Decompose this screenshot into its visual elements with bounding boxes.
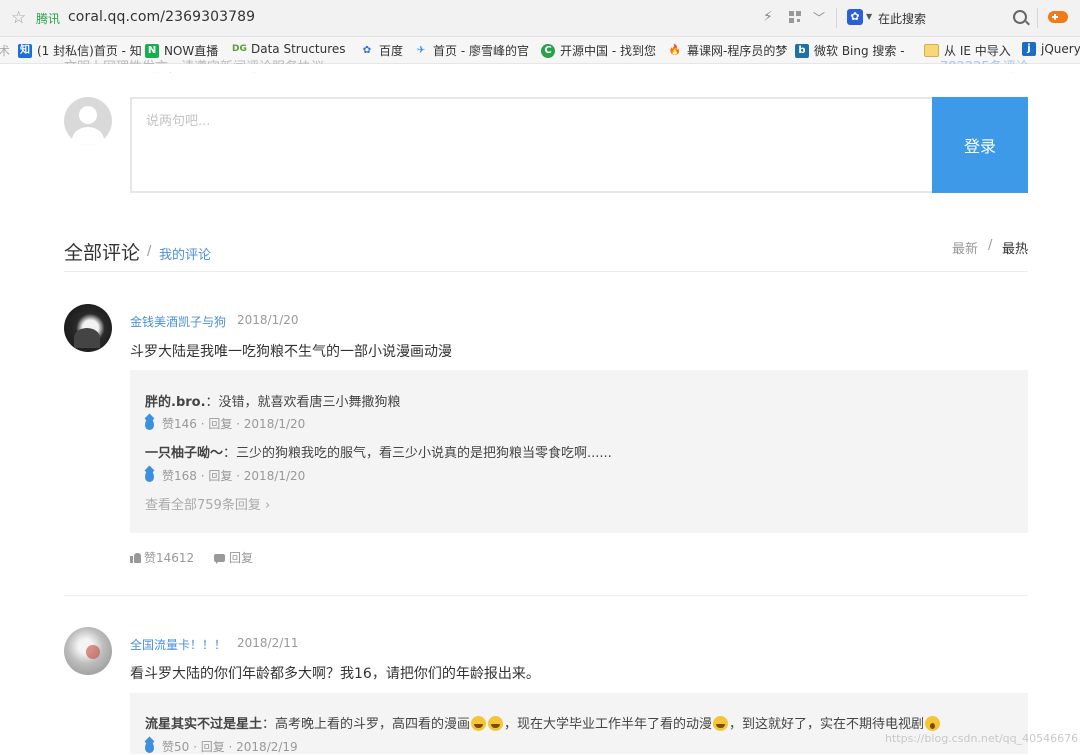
folder-icon <box>924 44 939 57</box>
thumbs-up-icon <box>130 552 141 563</box>
bookmark-label: 首页 - 廖雪峰的官 <box>433 44 529 58</box>
water-drop-icon[interactable] <box>145 469 154 482</box>
section-separator: / <box>147 244 152 259</box>
sort-separator: / <box>988 238 993 253</box>
bing-icon: b <box>795 43 809 58</box>
avatar[interactable] <box>64 627 112 675</box>
avatar-head <box>79 106 97 124</box>
section-title: 全部评论 <box>64 242 141 264</box>
reply-text: ，到这就好了，实在不期待电视剧 <box>729 717 925 732</box>
jquery-icon: j <box>1022 42 1036 56</box>
bookmark-label: 开源中国 - 找到您 <box>560 44 656 58</box>
water-drop-icon[interactable] <box>145 417 154 430</box>
comment-bubble-icon <box>214 553 225 564</box>
bookmark-jquery[interactable]: j jQuery <box>1022 42 1080 56</box>
bookmark-label: 微软 Bing 搜索 - <box>814 44 905 58</box>
reply-button[interactable]: 回复 <box>214 549 253 566</box>
reply-list: 胖的.bro.：没错，就喜欢看唐三小舞撒狗粮 赞146 · 回复 · 2018/… <box>130 370 1028 533</box>
my-avatar <box>64 97 112 145</box>
watermark: https://blog.csdn.net/qq_40546676 <box>885 732 1079 745</box>
bookmark-imooc[interactable]: 🔥 幕课网-程序员的梦 <box>668 42 788 59</box>
bookmark-item[interactable]: 术 <box>0 42 10 59</box>
reply-username[interactable]: 一只柚子呦～ <box>145 446 223 461</box>
reply-meta-text: 赞168 · 回复 · 2018/1/20 <box>162 469 306 483</box>
view-all-replies-link[interactable]: 查看全部759条回复 › <box>145 494 270 513</box>
baidu-icon: ✿ <box>362 44 372 56</box>
oschina-icon: C <box>541 43 555 58</box>
comment-date: 2018/1/20 <box>237 313 299 327</box>
reply-username[interactable]: 流星其实不过是星土 <box>145 717 262 732</box>
avatar-body <box>72 127 104 145</box>
address-bar: ☆ 腾讯 coral.qq.com/2369303789 ⚡ ﹀ ✿ ▼ 在此搜… <box>0 0 1080 37</box>
divider <box>836 8 837 28</box>
bookmark-label: jQuery <box>1041 42 1080 56</box>
search-icon[interactable] <box>1013 10 1027 24</box>
bookmark-label: 幕课网-程序员的梦 <box>687 44 788 58</box>
bookmark-label: Data Structures <box>251 42 346 56</box>
url-field[interactable]: coral.qq.com/2369303789 <box>68 9 255 25</box>
dg-icon: DG <box>232 44 247 54</box>
reply-meta: 赞168 · 回复 · 2018/1/20 <box>145 467 305 484</box>
comment-text: 看斗罗大陆的你们年龄都多大啊？我16，请把你们的年龄报出来。 <box>130 666 540 682</box>
grinning-emoji-icon <box>713 716 729 731</box>
reply-text: ：没错，就喜欢看唐三小舞撒狗粮 <box>205 395 401 410</box>
reply-label: 回复 <box>229 551 254 565</box>
reply-meta-text: 赞50 · 回复 · 2018/2/19 <box>162 740 298 754</box>
avatar[interactable] <box>64 304 112 352</box>
site-name: 腾讯 <box>36 12 61 26</box>
my-comments-link[interactable]: 我的评论 <box>159 244 211 263</box>
reply-text: ：高考晚上看的斗罗，高四看的漫画 <box>262 717 471 732</box>
comment-input[interactable] <box>144 113 908 130</box>
login-button[interactable]: 登录 <box>932 97 1028 193</box>
comment-divider <box>64 595 1028 596</box>
water-drop-icon[interactable] <box>145 740 154 753</box>
chevron-down-icon[interactable]: ﹀ <box>813 9 825 26</box>
reply-item: 一只柚子呦～：三少的狗粮我吃的服气，看三少小说真的是把狗粮当零食吃啊...... <box>145 442 612 461</box>
comment-username[interactable]: 全国流量卡！！！ <box>130 636 226 653</box>
qr-code-icon[interactable] <box>789 11 801 23</box>
caret-down-icon[interactable]: ▼ <box>866 12 872 21</box>
reply-text: ，现在大学毕业工作半年了看的动漫 <box>504 717 713 732</box>
reply-username[interactable]: 胖的.bro. <box>145 395 206 410</box>
view-all-label: 查看全部759条回复 <box>145 498 261 513</box>
gamepad-icon[interactable] <box>1048 11 1068 23</box>
baidu-paw-icon[interactable]: ✿ <box>847 9 863 25</box>
reply-item: 流星其实不过是星土：高考晚上看的斗罗，高四看的漫画 ，现在大学毕业工作半年了看的动… <box>145 713 941 732</box>
section-divider <box>64 271 1028 272</box>
bookmark-liaoxuefeng[interactable]: ✈ 首页 - 廖雪峰的官 <box>414 42 529 59</box>
browser-search-input[interactable]: 在此搜索 <box>878 10 926 27</box>
reply-meta-text: 赞146 · 回复 · 2018/1/20 <box>162 417 306 431</box>
comment-input-box[interactable] <box>130 97 934 193</box>
laughing-emoji-icon <box>488 716 504 731</box>
bookmark-label: 百度 <box>379 44 404 58</box>
reply-item: 胖的.bro.：没错，就喜欢看唐三小舞撒狗粮 <box>145 391 401 410</box>
bookmark-star-icon[interactable]: ☆ <box>11 8 26 28</box>
like-button[interactable]: 赞14612 <box>130 549 194 566</box>
chevron-right-icon: › <box>260 498 271 513</box>
scream-emoji-icon <box>925 716 941 731</box>
flame-icon: 🔥 <box>668 44 682 56</box>
bookmark-data-structures[interactable]: DG Data Structures <box>232 42 346 56</box>
rocket-icon: ✈ <box>416 44 426 56</box>
bookmark-bing[interactable]: b 微软 Bing 搜索 - <box>795 42 905 59</box>
like-count: 赞14612 <box>144 551 195 565</box>
zhihu-icon: 知 <box>18 43 32 58</box>
divider <box>1037 8 1038 28</box>
bookmark-baidu[interactable]: ✿ 百度 <box>360 42 403 59</box>
comment-text: 斗罗大陆是我唯一吃狗粮不生气的一部小说漫画动漫 <box>130 344 452 360</box>
reply-text: ：三少的狗粮我吃的服气，看三少小说真的是把狗粮当零食吃啊...... <box>223 446 612 461</box>
sort-hottest[interactable]: 最热 <box>1002 238 1028 257</box>
laughing-emoji-icon <box>471 716 487 731</box>
page-cover <box>0 64 1080 72</box>
comment-username[interactable]: 金钱美酒凯子与狗 <box>130 313 226 330</box>
reply-meta: 赞50 · 回复 · 2018/2/19 <box>145 738 298 755</box>
comment-date: 2018/2/11 <box>237 636 299 650</box>
sort-newest[interactable]: 最新 <box>952 238 978 257</box>
lightning-icon[interactable]: ⚡ <box>763 9 773 25</box>
bookmark-oschina[interactable]: C 开源中国 - 找到您 <box>541 42 656 59</box>
reply-meta: 赞146 · 回复 · 2018/1/20 <box>145 415 305 432</box>
